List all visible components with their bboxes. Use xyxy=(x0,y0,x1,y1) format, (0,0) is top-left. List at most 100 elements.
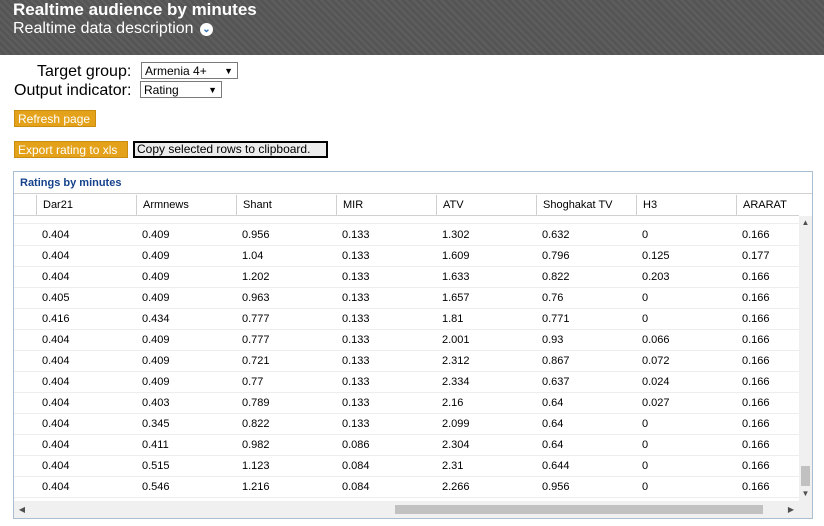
table-row[interactable]: 0.404 0.409 1.202 0.133 1.633 0.822 0.203 0.166 xyxy=(14,267,799,288)
table-cell: 0.404 xyxy=(42,355,70,367)
table-cell: 0.434 xyxy=(142,313,170,325)
table-row[interactable]: 0.404 0.403 0.789 0.133 2.16 0.64 0.027 0.166 xyxy=(14,393,799,414)
table-cell: 0 xyxy=(642,313,649,325)
output-indicator-value: Rating xyxy=(144,83,179,97)
table-cell: 0.956 xyxy=(242,229,270,241)
refresh-page-button[interactable]: Refresh page xyxy=(14,110,96,127)
table-row[interactable]: 0.404 0.345 0.822 0.133 2.099 0.64 0 0.166 xyxy=(14,414,799,435)
table-cell: 0 xyxy=(642,418,649,430)
table-cell: 0.40 xyxy=(36,216,136,223)
scroll-down-icon[interactable]: ▼ xyxy=(799,489,812,499)
table-cell: 0 xyxy=(642,460,649,472)
table-cell: 1.161 xyxy=(436,216,536,223)
table-cell: 0.166 xyxy=(742,439,770,451)
column-header-atv[interactable]: ATV xyxy=(436,195,536,215)
table-cell: 0.133 xyxy=(342,292,370,304)
column-header-ararat[interactable]: ARARAT xyxy=(736,195,799,215)
table-row[interactable]: 0.404 0.515 1.123 0.084 2.31 0.644 0 0.166 xyxy=(14,456,799,477)
table-cell: 0.203 xyxy=(642,271,670,283)
table-cell: 0.086 xyxy=(342,439,370,451)
chevron-down-circle-icon[interactable]: ⌄ xyxy=(200,23,213,36)
table-cell: 0.133 xyxy=(342,334,370,346)
horizontal-scrollbar[interactable]: ◀ ▶ xyxy=(14,501,799,518)
column-header-shoghakat-tv[interactable]: Shoghakat TV xyxy=(536,195,636,215)
table-cell: 0.873 xyxy=(236,216,336,223)
table-cell: 0.409 xyxy=(142,271,170,283)
table-cell: 0.404 xyxy=(42,397,70,409)
vertical-scrollbar[interactable]: ▲ ▼ xyxy=(799,216,812,501)
table-cell: 0.546 xyxy=(142,481,170,493)
table-cell: 0.166 xyxy=(742,418,770,430)
export-xls-button[interactable]: Export rating to xls xyxy=(14,141,128,158)
scrollbar-corner xyxy=(799,501,812,518)
vertical-scroll-thumb[interactable] xyxy=(801,466,810,486)
table-cell: 0.345 xyxy=(142,418,170,430)
table-cell: 0.405 xyxy=(42,292,70,304)
table-cell: 1.123 xyxy=(242,460,270,472)
data-description-label: Realtime data description xyxy=(13,20,194,37)
table-cell: 1.81 xyxy=(442,313,464,325)
horizontal-scroll-thumb[interactable] xyxy=(395,505,763,514)
table-cell: 0.77 xyxy=(242,376,264,388)
table-cell: 1.04 xyxy=(242,250,264,262)
scroll-right-icon[interactable]: ▶ xyxy=(785,501,797,518)
table-row[interactable]: 0.404 0.409 0.956 0.133 1.302 0.632 0 0.166 xyxy=(14,225,799,246)
table-cell: 0.76 xyxy=(542,292,564,304)
column-header-dar21[interactable]: Dar21 xyxy=(36,195,136,215)
column-header-h3[interactable]: H3 xyxy=(636,195,736,215)
table-cell: 0.133 xyxy=(336,216,436,223)
scroll-left-icon[interactable]: ◀ xyxy=(16,501,28,518)
table-cell: 0.963 xyxy=(242,292,270,304)
column-header-mir[interactable]: MIR xyxy=(336,195,436,215)
table-cell: 1.633 xyxy=(442,271,470,283)
table-row[interactable]: 0.416 0.434 0.777 0.133 1.81 0.771 0 0.166 xyxy=(14,309,799,330)
column-header-armnews[interactable]: Armnews xyxy=(136,195,236,215)
table-cell: 0.644 xyxy=(542,460,570,472)
data-description-toggle[interactable]: Realtime data description ⌄ xyxy=(13,19,213,39)
table-cell: 0.133 xyxy=(342,376,370,388)
table-cell: 2.312 xyxy=(442,355,470,367)
table-cell: 0.409 xyxy=(142,355,170,367)
target-group-select[interactable]: Armenia 4+ ▼ xyxy=(141,62,238,79)
table-cell: 0.411 xyxy=(142,439,169,451)
table-cell: 0.867 xyxy=(542,355,570,367)
copy-rows-button[interactable]: Copy selected rows to clipboard. xyxy=(133,141,328,158)
grid-body[interactable]: 0.400.4630.8730.1331.1610.69600.212 0.404… xyxy=(14,216,799,501)
table-cell: 0.133 xyxy=(342,229,370,241)
grid-column-header: Dar21 Armnews Shant MIR ATV Shoghakat TV H3 ARA… xyxy=(14,195,799,216)
table-row[interactable]: 0.404 0.411 0.982 0.086 2.304 0.64 0 0.166 xyxy=(14,435,799,456)
table-cell: 0 xyxy=(642,481,649,493)
page-header: Realtime audience by minutes Realtime da… xyxy=(0,0,824,55)
table-cell: 0.166 xyxy=(742,229,770,241)
table-row[interactable]: 0.404 0.409 0.77 0.133 2.334 0.637 0.024 0.166 xyxy=(14,372,799,393)
table-cell: 0.789 xyxy=(242,397,270,409)
table-cell: 0.404 xyxy=(42,334,70,346)
table-row[interactable]: 0.400.4630.8730.1331.1610.69600.212 xyxy=(14,216,799,224)
table-cell: 0.409 xyxy=(142,229,170,241)
table-cell: 0.066 xyxy=(642,334,670,346)
table-row[interactable]: 0.404 0.409 0.777 0.133 2.001 0.93 0.066 0.166 xyxy=(14,330,799,351)
table-cell: 0.404 xyxy=(42,229,70,241)
table-cell: 0.133 xyxy=(342,397,370,409)
scroll-up-icon[interactable]: ▲ xyxy=(799,218,812,228)
table-cell: 1.609 xyxy=(442,250,470,262)
target-group-label: Target group: xyxy=(37,63,132,80)
table-row[interactable]: 0.404 0.546 1.216 0.084 2.266 0.956 0 0.166 xyxy=(14,477,799,498)
dropdown-arrow-icon: ▼ xyxy=(208,85,217,95)
column-header-shant[interactable]: Shant xyxy=(236,195,336,215)
table-cell: 0.404 xyxy=(42,250,70,262)
table-cell: 0.696 xyxy=(536,216,636,223)
table-cell: 1.302 xyxy=(442,229,470,241)
table-cell: 2.31 xyxy=(442,460,464,472)
table-cell: 0 xyxy=(642,439,649,451)
table-row[interactable]: 0.405 0.409 0.963 0.133 1.657 0.76 0 0.166 xyxy=(14,288,799,309)
table-cell: 0.403 xyxy=(142,397,170,409)
table-cell: 0.822 xyxy=(542,271,570,283)
output-indicator-select[interactable]: Rating ▼ xyxy=(140,81,222,98)
table-row[interactable]: 0.404 0.409 1.04 0.133 1.609 0.796 0.125 0.177 xyxy=(14,246,799,267)
table-cell: 0.515 xyxy=(142,460,170,472)
target-group-value: Armenia 4+ xyxy=(145,64,207,78)
table-row[interactable]: 0.404 0.409 0.721 0.133 2.312 0.867 0.072 0.166 xyxy=(14,351,799,372)
table-cell: 0.166 xyxy=(742,271,770,283)
table-cell: 0.721 xyxy=(242,355,270,367)
